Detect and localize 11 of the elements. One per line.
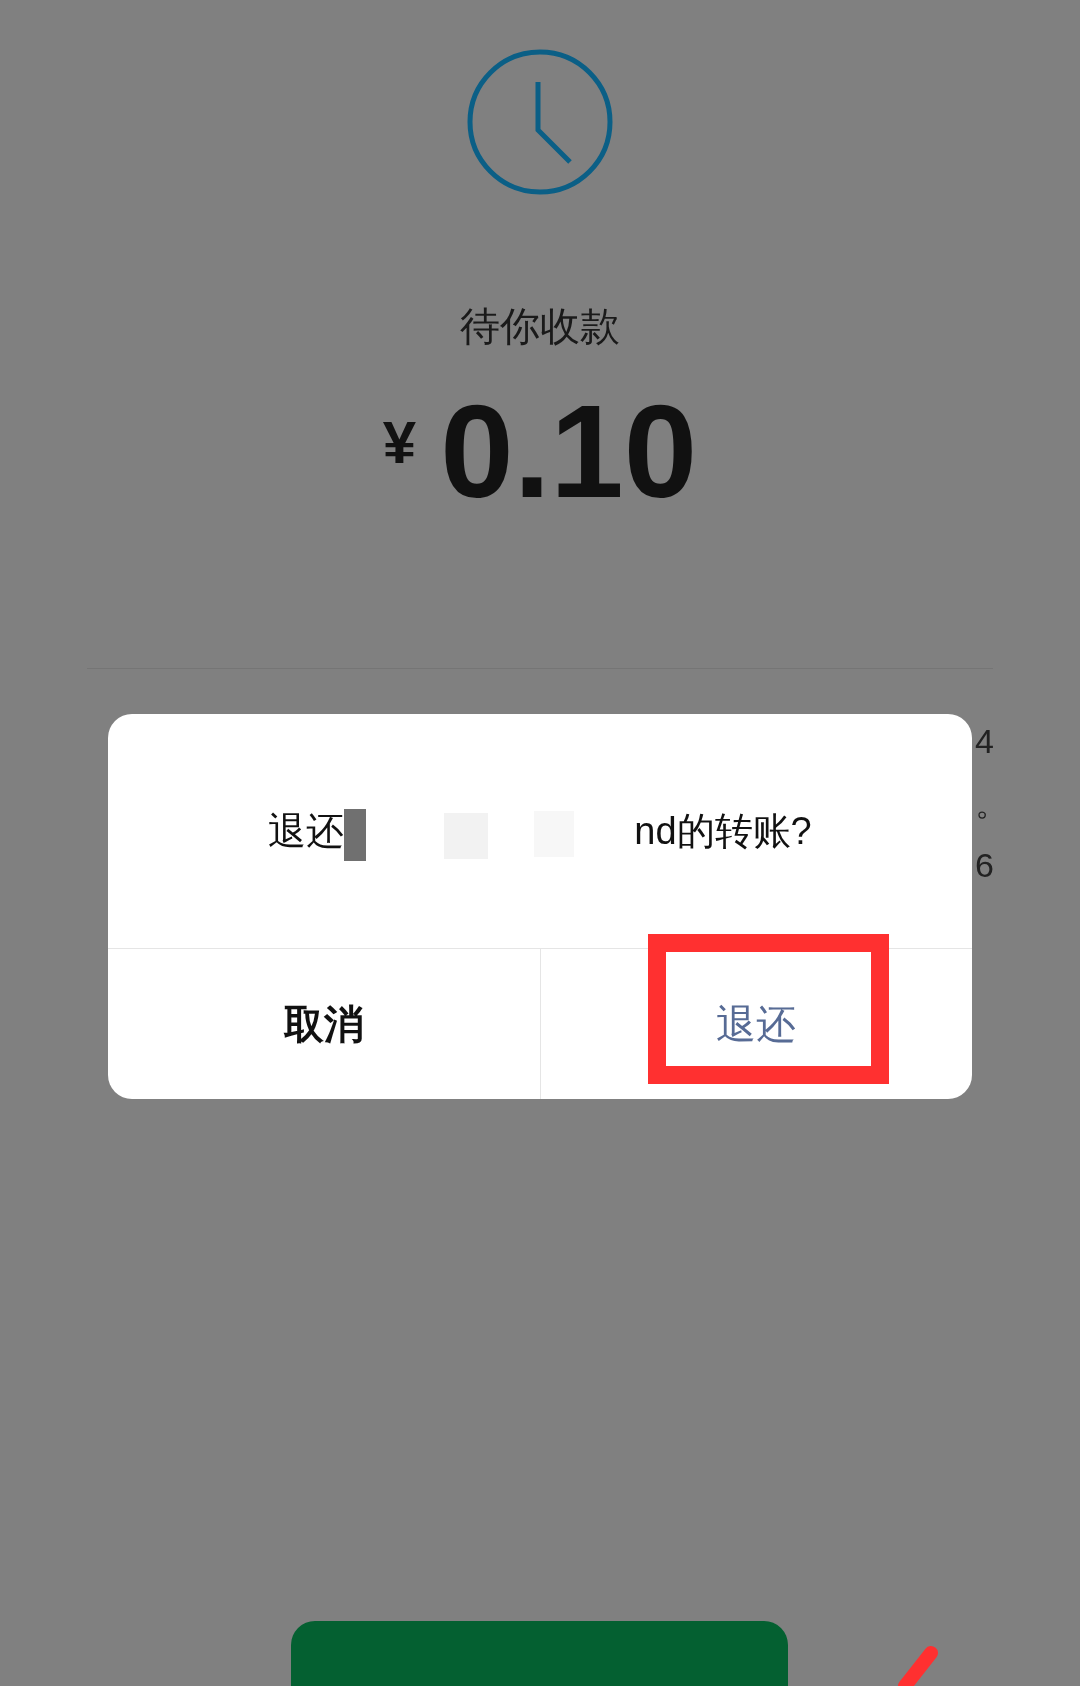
status-title: 待你收款 [460, 303, 620, 350]
dialog-title-start: 退还 [268, 808, 345, 854]
dialog-title-end: nd的转账? [634, 808, 812, 854]
row-value: 4 [975, 721, 995, 762]
cancel-button[interactable]: 取消 [108, 949, 540, 1099]
amount: 0.10 [440, 386, 698, 518]
row-value: 6 [975, 845, 995, 886]
clock-icon [466, 48, 614, 196]
currency-symbol: ¥ [382, 408, 417, 478]
confirm-button[interactable]: 退还 [539, 949, 972, 1099]
row-value: 。 [975, 783, 1010, 824]
